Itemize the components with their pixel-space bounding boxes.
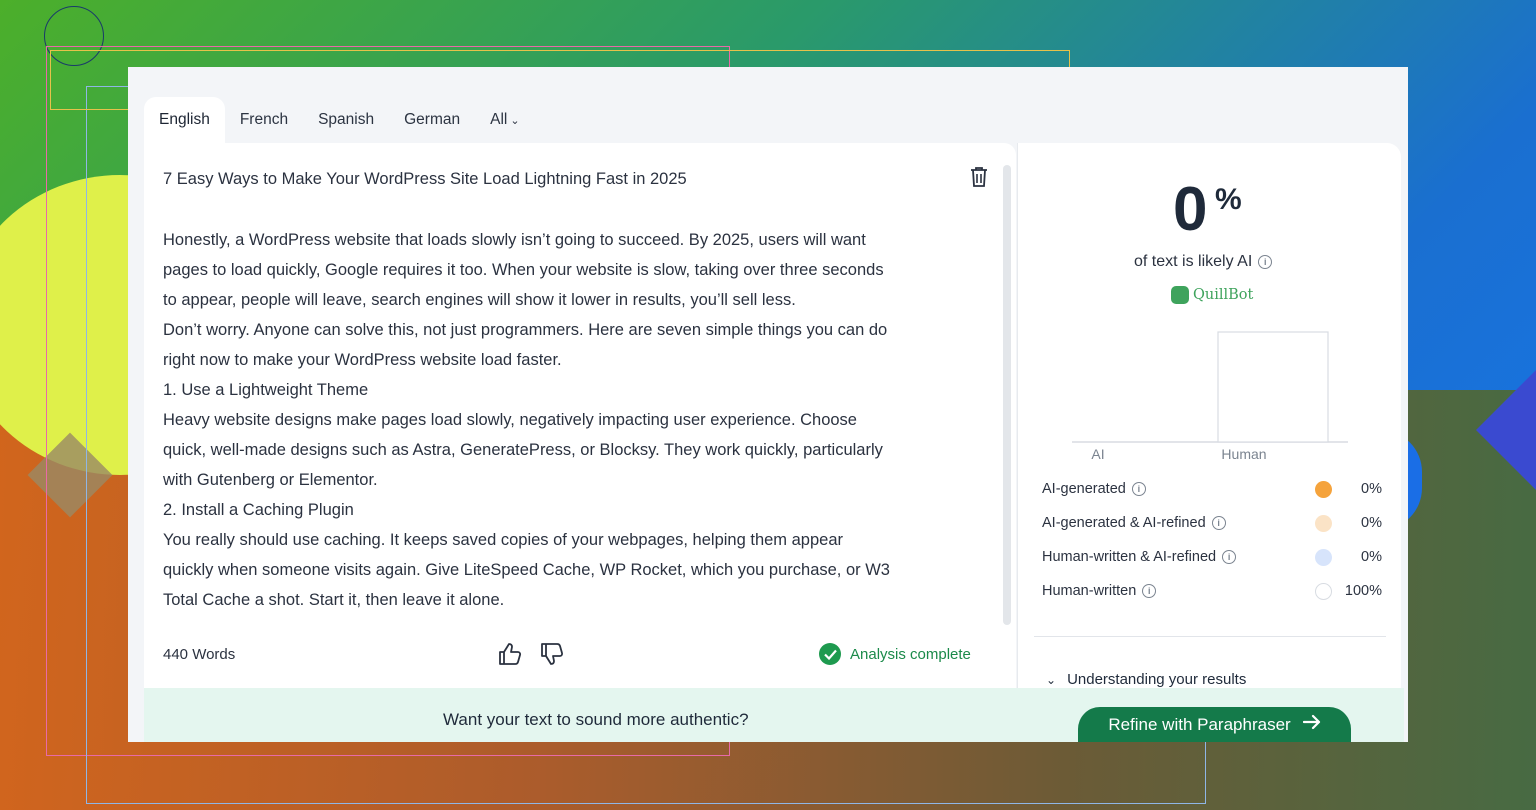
legend-human-written: Human-written i 100% bbox=[1042, 581, 1382, 601]
chart-label-ai: AI bbox=[1091, 446, 1104, 462]
tab-all[interactable]: All ⌄ bbox=[475, 97, 534, 143]
likely-ai-text: of text is likely AI bbox=[1134, 253, 1253, 270]
quillbot-wordmark: QuillBot bbox=[1193, 287, 1254, 303]
tab-all-label: All bbox=[490, 111, 508, 128]
body-line: Heavy website designs make pages load sl… bbox=[163, 411, 857, 429]
body-line: Total Cache a shot. Start it, then leave… bbox=[163, 591, 505, 609]
legend-label: Human-written bbox=[1042, 583, 1137, 599]
background-triangle bbox=[1476, 370, 1536, 490]
tab-german[interactable]: German bbox=[389, 97, 475, 143]
quillbot-logo: QuillBot bbox=[1171, 286, 1253, 304]
ai-percent: 0 bbox=[1173, 175, 1208, 244]
body-line: pages to load quickly, Google requires i… bbox=[163, 261, 884, 279]
body-line: You really should use caching. It keeps … bbox=[163, 531, 843, 549]
legend-value: 100% bbox=[1344, 583, 1382, 599]
divider bbox=[1034, 636, 1386, 637]
body-line: right now to make your WordPress website… bbox=[163, 351, 562, 369]
cta-prompt: Want your text to sound more authentic? bbox=[443, 710, 749, 729]
arrow-right-icon bbox=[1302, 714, 1321, 735]
understanding-results-label: Understanding your results bbox=[1067, 671, 1247, 688]
legend-label: AI-generated & AI-refined bbox=[1042, 515, 1206, 531]
legend-value: 0% bbox=[1361, 481, 1382, 497]
quillbot-icon bbox=[1171, 286, 1189, 304]
tab-english[interactable]: English bbox=[144, 97, 225, 143]
check-circle-icon bbox=[819, 643, 841, 665]
legend-label: Human-written & AI-refined bbox=[1042, 549, 1217, 565]
legend-ai-generated: AI-generated i 0% bbox=[1042, 479, 1382, 499]
legend-swatch bbox=[1315, 514, 1332, 532]
legend-swatch bbox=[1315, 582, 1332, 600]
legend-swatch bbox=[1315, 548, 1332, 566]
body-line: Don’t worry. Anyone can solve this, not … bbox=[163, 321, 888, 339]
body-line: quick, well-made designs such as Astra, … bbox=[163, 441, 883, 459]
chevron-down-icon: ⌄ bbox=[1046, 672, 1057, 687]
word-count: 440 Words bbox=[163, 646, 236, 663]
analysis-status-text: Analysis complete bbox=[850, 645, 971, 663]
refine-button-label: Refine with Paraphraser bbox=[1108, 714, 1291, 734]
body-line: 1. Use a Lightweight Theme bbox=[163, 381, 369, 399]
tab-french[interactable]: French bbox=[225, 97, 303, 143]
info-icon[interactable]: i bbox=[1211, 516, 1226, 530]
language-tabs: English French Spanish German All ⌄ bbox=[144, 97, 535, 143]
legend-swatch bbox=[1315, 480, 1332, 498]
understanding-results-toggle[interactable]: ⌄ Understanding your results bbox=[1046, 671, 1246, 688]
analysis-status: Analysis complete bbox=[819, 643, 971, 665]
refine-with-paraphraser-button[interactable]: Refine with Paraphraser bbox=[1078, 707, 1351, 742]
chart-bar-human bbox=[1217, 331, 1329, 443]
info-icon[interactable]: i bbox=[1222, 550, 1237, 564]
trash-icon[interactable] bbox=[969, 166, 989, 188]
body-line: to appear, people will leave, search eng… bbox=[163, 291, 796, 309]
body-line: Honestly, a WordPress website that loads… bbox=[163, 231, 866, 249]
likely-ai-label: of text is likely AI i bbox=[1134, 253, 1273, 271]
legend-ai-generated-ai-refined: AI-generated & AI-refined i 0% bbox=[1042, 513, 1382, 533]
legend-value: 0% bbox=[1361, 549, 1382, 565]
body-line: with Gutenberg or Elementor. bbox=[163, 471, 378, 489]
legend-human-written-ai-refined: Human-written & AI-refined i 0% bbox=[1042, 547, 1382, 567]
thumbs-up-icon[interactable] bbox=[497, 641, 523, 667]
ai-human-chart: AI Human bbox=[1072, 331, 1348, 462]
chart-label-human: Human bbox=[1221, 446, 1266, 462]
info-icon[interactable]: i bbox=[1142, 584, 1157, 598]
body-line: 2. Install a Caching Plugin bbox=[163, 501, 354, 519]
chevron-down-icon: ⌄ bbox=[510, 115, 520, 127]
ai-percent-sign: % bbox=[1215, 183, 1242, 216]
body-line: quickly when someone visits again. Give … bbox=[163, 561, 890, 579]
thumbs-down-icon[interactable] bbox=[539, 641, 565, 667]
document-title: 7 Easy Ways to Make Your WordPress Site … bbox=[163, 170, 687, 188]
tab-spanish[interactable]: Spanish bbox=[303, 97, 389, 143]
legend-label: AI-generated bbox=[1042, 481, 1126, 497]
editor-scrollbar[interactable] bbox=[1003, 165, 1011, 625]
info-icon[interactable]: i bbox=[1131, 482, 1146, 496]
legend-value: 0% bbox=[1361, 515, 1382, 531]
document-body: Honestly, a WordPress website that loads… bbox=[163, 225, 963, 615]
info-icon[interactable]: i bbox=[1258, 255, 1273, 269]
